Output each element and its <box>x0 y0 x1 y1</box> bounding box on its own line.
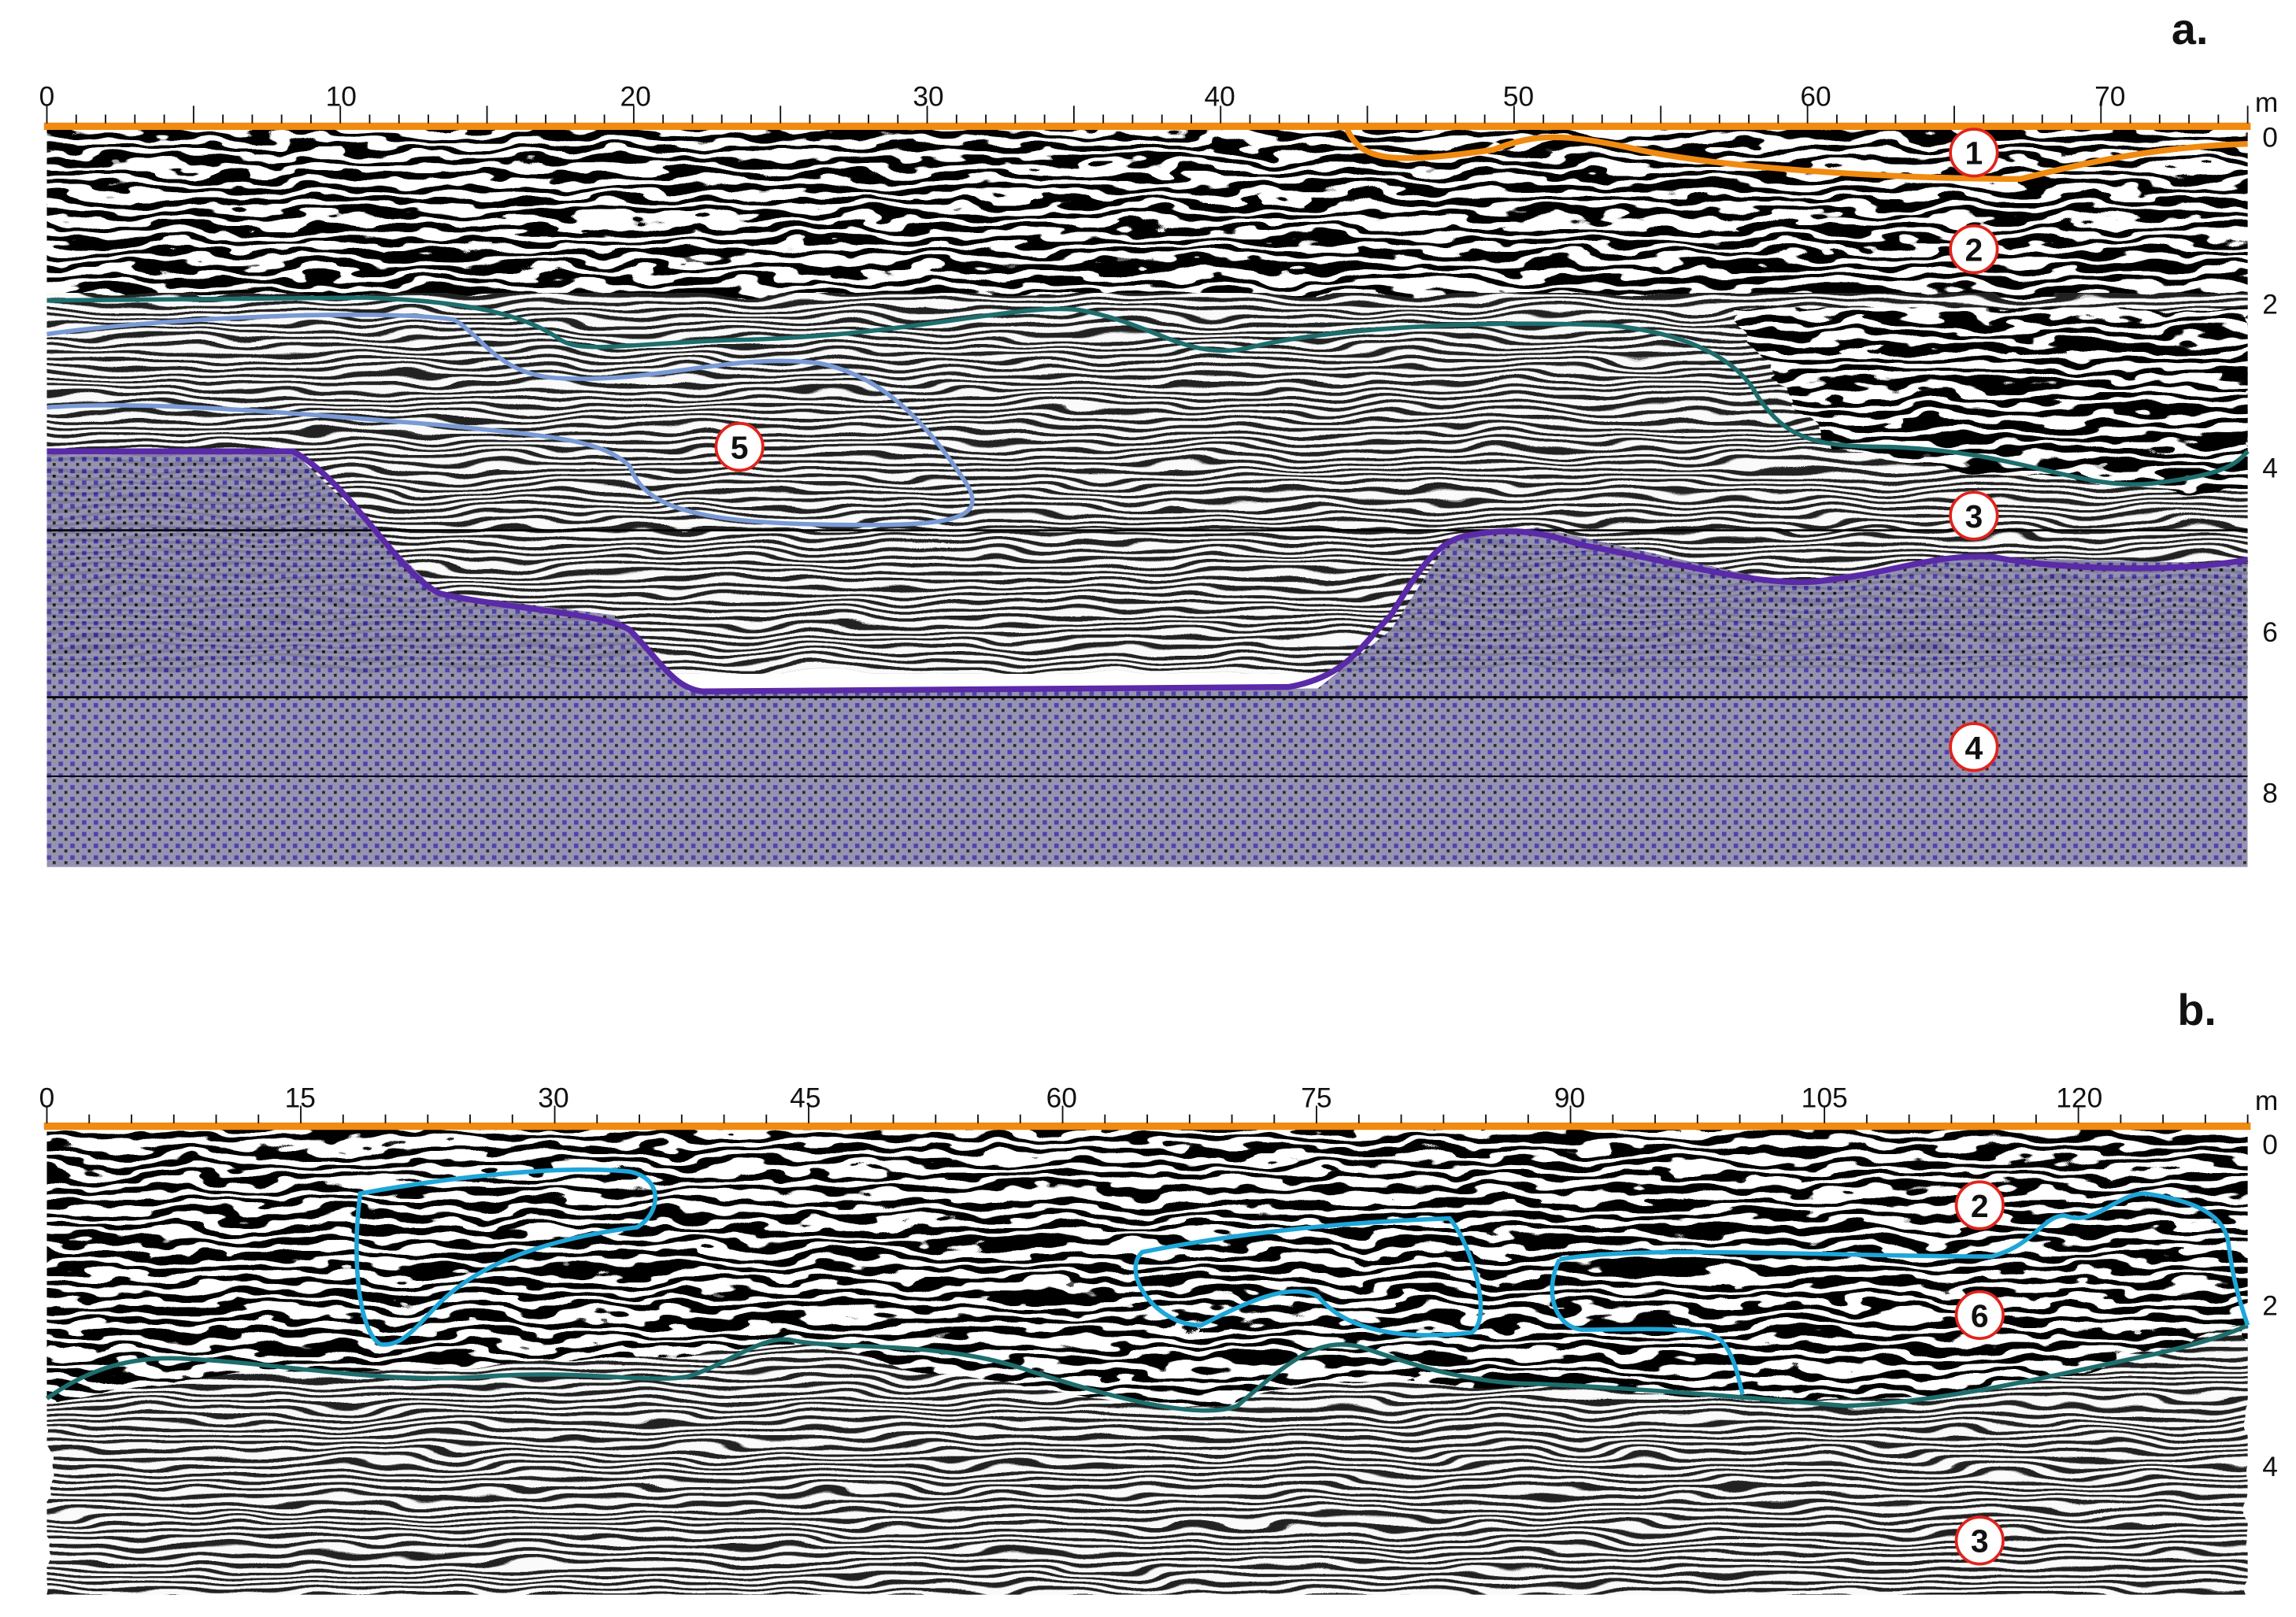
x-tick-label: 30 <box>913 81 943 112</box>
depth-tick-label: 2 <box>2262 1290 2278 1321</box>
x-tick-label: 0 <box>39 81 55 112</box>
x-tick-label: 70 <box>2094 81 2125 112</box>
svg-text:6: 6 <box>1971 1297 1989 1334</box>
x-minor-ticks-a <box>46 105 2249 124</box>
radargram-a <box>46 126 2248 868</box>
depth-axis-a: 0 2 4 6 8 <box>2262 122 2278 808</box>
svg-text:3: 3 <box>1971 1523 1989 1560</box>
depth-tick-label: 0 <box>2262 122 2278 153</box>
x-tick-label: 45 <box>790 1082 820 1113</box>
x-axis-a: 0 10 20 30 40 50 60 70 m <box>39 81 2279 117</box>
x-tick-label: 75 <box>1301 1082 1331 1113</box>
depth-tick-label: 4 <box>2262 1452 2278 1482</box>
x-tick-label: 40 <box>1204 81 1235 112</box>
x-tick-label: 10 <box>326 81 357 112</box>
unit-label-2: 2 <box>1949 224 1999 275</box>
unit-label-2: 2 <box>1954 1180 2005 1230</box>
x-tick-label: 0 <box>39 1082 55 1113</box>
unit-label-3: 3 <box>1949 490 1999 541</box>
unit-label-3: 3 <box>1954 1515 2005 1566</box>
panel-b-label: b. <box>2177 985 2216 1034</box>
x-tick-label: 60 <box>1046 1082 1077 1113</box>
depth-tick-label: 0 <box>2262 1130 2278 1160</box>
svg-text:4: 4 <box>1965 730 1983 766</box>
x-tick-label: 105 <box>1802 1082 1848 1113</box>
radargram-b <box>46 1126 2248 1595</box>
x-tick-label: 15 <box>285 1082 316 1113</box>
x-minor-ticks-b <box>46 1105 2249 1123</box>
x-tick-label: 60 <box>1800 81 1831 112</box>
depth-tick-label: 2 <box>2262 289 2278 320</box>
x-unit-label: m <box>2255 1086 2278 1116</box>
x-tick-label: 20 <box>620 81 650 112</box>
svg-text:1: 1 <box>1965 135 1983 172</box>
depth-tick-label: 8 <box>2262 779 2278 809</box>
depth-tick-label: 6 <box>2262 617 2278 648</box>
x-tick-label: 120 <box>2056 1082 2102 1113</box>
unit-label-6: 6 <box>1954 1290 2005 1341</box>
depth-tick-label: 4 <box>2262 453 2278 484</box>
unit-label-5: 5 <box>714 422 765 472</box>
panel-a: a. 0 10 20 30 40 50 60 70 m 0 2 4 6 8 1 … <box>39 4 2279 868</box>
x-tick-label: 50 <box>1503 81 1534 112</box>
svg-text:2: 2 <box>1971 1188 1989 1224</box>
x-tick-label: 90 <box>1554 1082 1585 1113</box>
unit-label-1: 1 <box>1949 128 1999 178</box>
panel-a-label: a. <box>2172 4 2209 54</box>
depth-axis-b: 0 2 4 <box>2262 1130 2278 1482</box>
unit-label-4: 4 <box>1949 722 1999 772</box>
x-axis-b: 0 15 30 45 60 75 90 105 120 m <box>39 1082 2279 1116</box>
svg-text:5: 5 <box>731 430 749 466</box>
x-unit-label: m <box>2255 87 2278 118</box>
panel-b: b. 0 15 30 45 60 75 90 105 120 m 0 2 4 2… <box>39 985 2279 1595</box>
svg-text:3: 3 <box>1965 498 1983 535</box>
x-tick-label: 30 <box>538 1082 568 1113</box>
gpr-figure: a. 0 10 20 30 40 50 60 70 m 0 2 4 6 8 1 … <box>39 4 2279 1595</box>
svg-text:2: 2 <box>1965 231 1983 268</box>
